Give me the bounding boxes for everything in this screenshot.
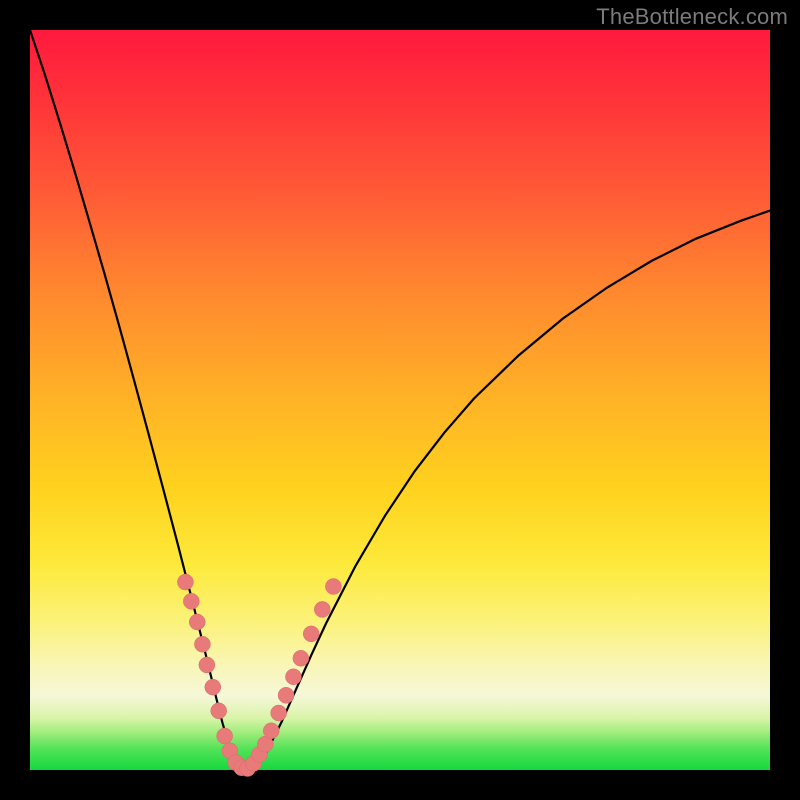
outer-frame: TheBottleneck.com — [0, 0, 800, 800]
marker-dot — [211, 703, 227, 719]
marker-dot — [293, 650, 309, 666]
watermark-text: TheBottleneck.com — [596, 4, 788, 30]
marker-dot — [303, 626, 319, 642]
marker-dot — [314, 601, 330, 617]
marker-dot — [217, 728, 233, 744]
marker-dot — [263, 723, 279, 739]
marker-dot — [183, 593, 199, 609]
marker-dot — [205, 679, 221, 695]
marker-dot — [271, 705, 287, 721]
marker-dot — [189, 614, 205, 630]
chart-svg — [30, 30, 770, 770]
marker-dot — [199, 657, 215, 673]
marker-dot — [177, 574, 193, 590]
marker-dot — [285, 669, 301, 685]
plot-area — [30, 30, 770, 770]
marker-dot — [194, 636, 210, 652]
marker-dot — [325, 578, 341, 594]
highlight-markers — [177, 574, 341, 776]
bottleneck-curve — [30, 30, 770, 769]
marker-dot — [278, 687, 294, 703]
